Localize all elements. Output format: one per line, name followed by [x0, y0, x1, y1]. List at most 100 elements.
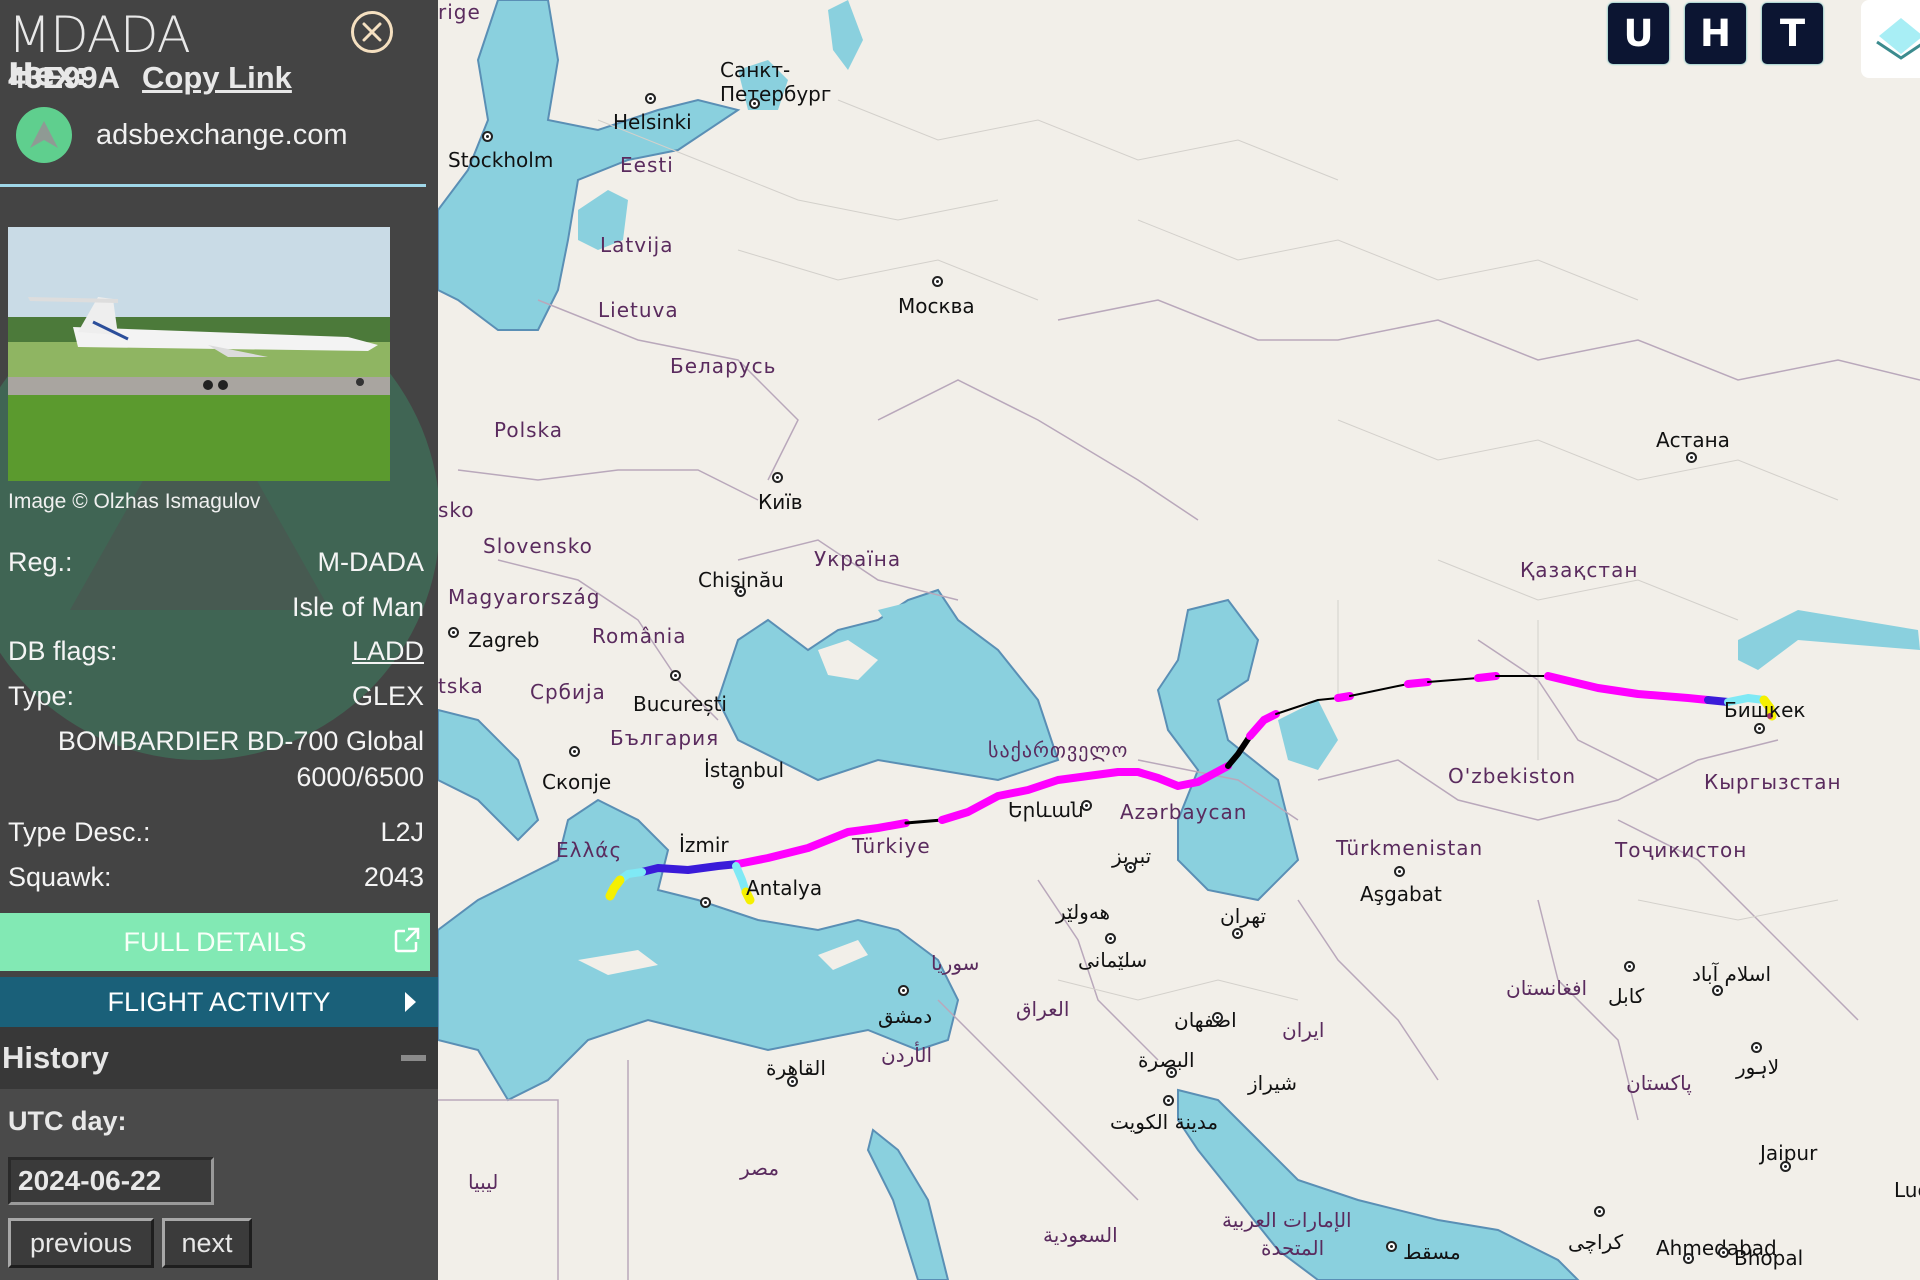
city-marker-icon — [1081, 800, 1092, 811]
close-icon — [362, 22, 382, 42]
city-marker-icon — [787, 1076, 798, 1087]
info-value: Isle of Man — [291, 592, 424, 622]
track-segment[interactable] — [1275, 697, 1339, 715]
copy-link[interactable]: Copy Link — [142, 60, 292, 95]
country-label: Magyarország — [448, 585, 601, 609]
source-row[interactable]: adsbexchange.com — [16, 107, 348, 163]
city-marker-icon — [772, 472, 783, 483]
country-label: România — [592, 624, 687, 648]
city-marker-icon — [1105, 933, 1116, 944]
track-segment[interactable] — [1246, 710, 1280, 740]
city-label: سلێمانی — [1078, 948, 1148, 972]
city-label: Stockholm — [448, 148, 554, 172]
source-name: adsbexchange.com — [96, 118, 348, 151]
previous-day-button[interactable]: previous — [8, 1218, 154, 1268]
city-marker-icon — [932, 276, 943, 287]
city-label: اصفهان — [1174, 1008, 1237, 1032]
utc-day-label: UTC day: — [8, 1106, 127, 1136]
country-label: O'zbekiston — [1448, 764, 1577, 788]
toolbar-h-button[interactable]: H — [1685, 3, 1746, 64]
city-label: Київ — [758, 490, 803, 514]
info-value: M-DADA — [317, 547, 425, 577]
aircraft-photo[interactable] — [8, 227, 390, 481]
city-marker-icon — [898, 985, 909, 996]
city-label: Aşgabat — [1360, 882, 1442, 906]
country-label: المتحدة — [1261, 1236, 1325, 1260]
info-label: Reg.: — [8, 547, 73, 577]
country-label: rige — [438, 0, 481, 24]
city-marker-icon — [1163, 1095, 1174, 1106]
toolbar-t-button[interactable]: T — [1762, 3, 1823, 64]
layers-button[interactable] — [1861, 0, 1920, 78]
info-value: BOMBARDIER BD-700 Global — [57, 726, 424, 756]
aircraft-title: MDADA — [8, 6, 191, 64]
city-label: Antalya — [746, 876, 823, 900]
close-button[interactable] — [351, 11, 393, 53]
track-segment[interactable] — [904, 818, 944, 825]
country-label: Тоҷикистон — [1615, 838, 1748, 862]
map-view[interactable]: U H T Stockholm Helsinki Санкт- Петербург Мо… — [438, 0, 1920, 1280]
track-segment[interactable] — [1474, 672, 1500, 682]
city-label: Helsinki — [613, 110, 692, 134]
info-label: DB flags: — [8, 636, 118, 666]
country-label: افغانستان — [1506, 976, 1588, 1000]
history-section-header[interactable]: History — [0, 1027, 438, 1089]
track-segment[interactable] — [1404, 678, 1432, 688]
city-label: مدينة الكويت — [1110, 1110, 1219, 1134]
city-label: تهران — [1220, 904, 1267, 928]
country-label: Україна — [814, 547, 902, 571]
city-marker-icon — [1712, 985, 1723, 996]
aircraft-info-panel: MDADA Hex: 43E99A Copy Link adsbexchange.c… — [0, 0, 438, 1280]
country-label: Türkiye — [852, 834, 931, 858]
info-row: 6000/6500 — [8, 762, 424, 793]
flight-activity-label: FLIGHT ACTIVITY — [107, 986, 331, 1017]
flight-activity-button[interactable]: FLIGHT ACTIVITY — [0, 977, 438, 1027]
country-label: Србија — [530, 680, 606, 704]
next-day-button[interactable]: next — [162, 1218, 252, 1268]
city-marker-icon — [749, 98, 760, 109]
track-segment[interactable] — [638, 860, 742, 876]
image-credit: Image © Olzhas Ismagulov — [8, 490, 261, 513]
db-flags-link[interactable]: LADD — [352, 636, 424, 667]
country-label: Slovensko — [483, 534, 593, 558]
full-details-button[interactable]: FULL DETAILS — [0, 913, 430, 971]
country-label: საქართველო — [988, 738, 1129, 762]
country-label: ليبيا — [468, 1170, 499, 1194]
track-segment[interactable] — [1334, 692, 1354, 702]
country-label: Azərbaycan — [1120, 800, 1248, 824]
country-label: الإمارات العربية — [1222, 1208, 1352, 1232]
country-label: Eesti — [620, 153, 674, 177]
city-marker-icon — [1624, 961, 1635, 972]
history-title: History — [2, 1040, 109, 1075]
toolbar-u-button[interactable]: U — [1608, 3, 1669, 64]
track-segment[interactable] — [1225, 733, 1253, 769]
track-segment[interactable] — [1544, 672, 1712, 704]
track-segment[interactable] — [605, 875, 625, 901]
utc-day-input[interactable] — [8, 1157, 214, 1205]
city-marker-icon — [735, 586, 746, 597]
chevron-right-icon — [405, 992, 416, 1012]
city-marker-icon — [645, 93, 656, 104]
city-label: Bhopal — [1734, 1246, 1804, 1270]
city-label: دمشق — [878, 1004, 933, 1028]
city-marker-icon — [448, 627, 459, 638]
track-segment[interactable] — [1427, 677, 1479, 683]
city-label: İzmir — [679, 833, 729, 857]
city-label: القاهرة — [766, 1056, 826, 1080]
city-marker-icon — [1686, 452, 1697, 463]
city-marker-icon — [1780, 1161, 1791, 1172]
city-label: Jaipur — [1760, 1141, 1818, 1165]
full-details-label: FULL DETAILS — [123, 926, 307, 957]
city-label: Астана — [1656, 428, 1730, 452]
info-row: Type: GLEX — [8, 681, 424, 712]
info-row: DB flags: LADD — [8, 636, 424, 667]
info-value: 6000/6500 — [296, 762, 424, 792]
city-label: لاہور — [1736, 1055, 1780, 1079]
city-marker-icon — [1751, 1042, 1762, 1053]
collapse-icon[interactable] — [401, 1055, 426, 1061]
city-marker-icon — [670, 670, 681, 681]
track-segment[interactable] — [1349, 683, 1409, 697]
hex-label: Hex: — [8, 57, 88, 93]
divider — [0, 184, 426, 187]
country-label: Türkmenistan — [1336, 836, 1484, 860]
